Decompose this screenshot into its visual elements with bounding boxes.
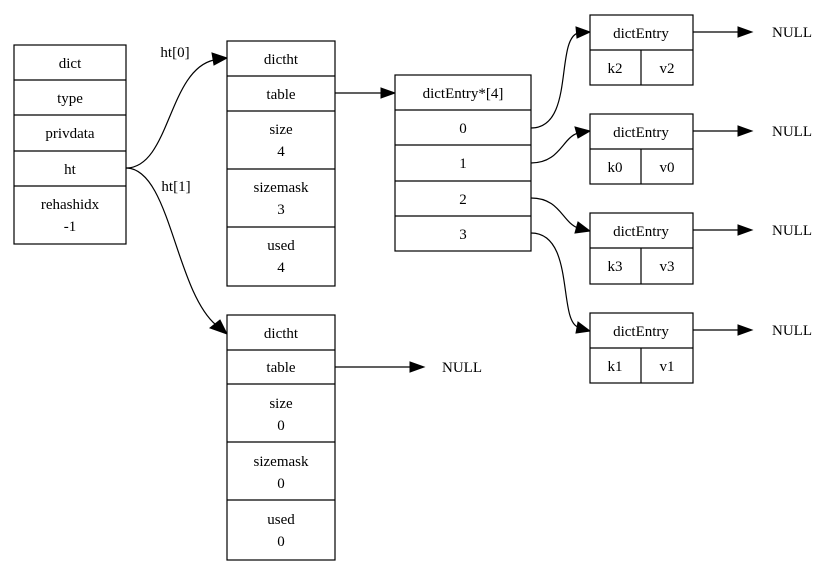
- dictentry-node-0: dictEntry k2 v2 NULL: [589, 14, 812, 86]
- dictht1-size: 0: [277, 418, 285, 434]
- arrowhead-table-array: [380, 87, 397, 99]
- arrowhead-slot2: [574, 221, 592, 234]
- entry-value: v2: [660, 61, 675, 77]
- arrowhead-next: [737, 224, 754, 236]
- edge-label-ht1: ht[1]: [161, 179, 190, 195]
- dictht1-used-label: used: [267, 512, 295, 528]
- dictht1-title: dictht: [264, 326, 299, 342]
- edge-ht0: [125, 59, 215, 169]
- dict-type: type: [57, 91, 83, 107]
- entry-title: dictEntry: [613, 224, 669, 240]
- entry-title: dictEntry: [613, 125, 669, 141]
- arrowhead-slot0: [575, 26, 592, 39]
- dict-diagram: dict type privdata ht rehashidx -1 ht[0]…: [13, 14, 812, 561]
- dict-ht: ht: [64, 162, 77, 178]
- entry-value: v3: [660, 259, 675, 275]
- entry-key: k2: [608, 61, 623, 77]
- arrowhead-slot3: [575, 321, 592, 334]
- dict-node: dict type privdata ht rehashidx -1: [13, 44, 127, 245]
- dict-privdata: privdata: [45, 126, 94, 142]
- array-title: dictEntry*[4]: [423, 86, 504, 102]
- dictht1-table: table: [266, 360, 295, 376]
- dictentry-node-2: dictEntry k3 v3 NULL: [589, 212, 812, 285]
- dictht0-size-label: size: [269, 122, 293, 138]
- edge-label-ht0: ht[0]: [160, 45, 189, 61]
- entry-value: v1: [660, 359, 675, 375]
- dictht1-node: dictht table size 0 sizemask 0 used 0: [226, 314, 336, 561]
- dictht0-used-label: used: [267, 238, 295, 254]
- dictht0-node: dictht table size 4 sizemask 3 used 4: [226, 40, 336, 287]
- edge-slot2: [530, 197, 579, 229]
- dictht0-size: 4: [277, 144, 285, 160]
- dictentry-array-node: dictEntry*[4] 0 1 2 3: [394, 74, 532, 252]
- array-slot-0: 0: [459, 121, 467, 137]
- entry-title: dictEntry: [613, 26, 669, 42]
- arrowhead-slot1: [574, 126, 592, 139]
- array-slot-3: 3: [459, 227, 467, 243]
- entry-next-null: NULL: [772, 124, 812, 140]
- dictentry-node-1: dictEntry k0 v0 NULL: [589, 113, 812, 185]
- edge-slot0: [530, 32, 579, 129]
- entry-next-null: NULL: [772, 223, 812, 239]
- array-slot-1: 1: [459, 156, 467, 172]
- dict-rehashidx-label: rehashidx: [41, 197, 100, 213]
- entry-key: k3: [608, 259, 623, 275]
- dictht1-sizemask: 0: [277, 476, 285, 492]
- dictht1-used: 0: [277, 534, 285, 550]
- dictht0-title: dictht: [264, 52, 299, 68]
- dictentry-node-3: dictEntry k1 v1 NULL: [589, 312, 812, 384]
- entry-value: v0: [660, 160, 675, 176]
- arrowhead-next: [737, 324, 754, 336]
- entry-key: k0: [608, 160, 623, 176]
- arrowhead-next: [737, 26, 754, 38]
- dict-title: dict: [59, 56, 82, 72]
- arrowhead-next: [737, 125, 754, 137]
- entry-next-null: NULL: [772, 323, 812, 339]
- dictht0-used: 4: [277, 260, 285, 276]
- array-slot-2: 2: [459, 192, 467, 208]
- edge-slot3: [530, 232, 579, 328]
- dictht0-sizemask-label: sizemask: [254, 180, 309, 196]
- edge-slot1: [530, 132, 579, 164]
- entry-key: k1: [608, 359, 623, 375]
- arrowhead-table1-null: [409, 361, 426, 373]
- dictht1-table-null: NULL: [442, 360, 482, 376]
- entry-title: dictEntry: [613, 324, 669, 340]
- dictht0-sizemask: 3: [277, 202, 285, 218]
- entry-next-null: NULL: [772, 25, 812, 41]
- dictht1-size-label: size: [269, 396, 293, 412]
- dictht0-table: table: [266, 87, 295, 103]
- arrowhead-ht0: [211, 52, 229, 66]
- dictht1-sizemask-label: sizemask: [254, 454, 309, 470]
- dict-rehashidx-value: -1: [64, 219, 77, 235]
